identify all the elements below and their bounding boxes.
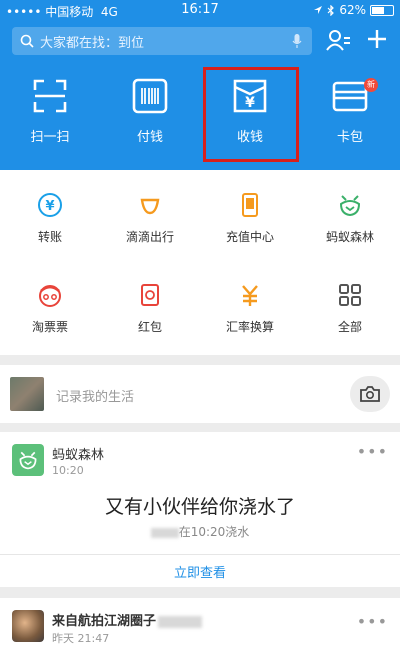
card-headline: 又有小伙伴给你浇水了 bbox=[104, 496, 295, 518]
service-label: 汇率换算 bbox=[225, 320, 274, 334]
feed-card[interactable]: 蚂蚁森林 10:20 ••• 又有小伙伴给你浇水了 在10:20浇水 立即查看 bbox=[0, 432, 400, 587]
card-title: 来自航拍江湖圈子 bbox=[52, 610, 203, 629]
red-packet-icon bbox=[141, 284, 159, 306]
scan-label: 扫一扫 bbox=[30, 130, 70, 145]
service-label: 滴滴出行 bbox=[125, 230, 174, 244]
add-icon[interactable] bbox=[366, 28, 388, 50]
ant-forest-avatar bbox=[12, 444, 44, 476]
transfer-icon: ¥ bbox=[38, 193, 62, 217]
svg-text:¥: ¥ bbox=[45, 199, 54, 214]
battery-icon bbox=[370, 4, 394, 16]
camera-icon bbox=[360, 386, 380, 402]
service-label: 蚂蚁森林 bbox=[325, 230, 374, 244]
scan-button[interactable]: 扫一扫 bbox=[0, 78, 100, 145]
card-time: 昨天 21:47 bbox=[52, 632, 110, 645]
service-exchange-rate[interactable]: 汇率换算 bbox=[200, 282, 300, 335]
service-transfer[interactable]: ¥ 转账 bbox=[0, 192, 100, 245]
post-bar-placeholder: 记录我的生活 bbox=[56, 390, 135, 405]
blurred-username bbox=[150, 527, 179, 538]
status-bar: ••••• 中国移动 4G 16:17 62% bbox=[0, 0, 400, 20]
search-placeholder: 大家都在找：到位 bbox=[40, 35, 145, 51]
service-red-packet[interactable]: 红包 bbox=[100, 282, 200, 335]
card-wallet-label: 卡包 bbox=[336, 130, 363, 145]
contacts-icon[interactable] bbox=[325, 28, 351, 52]
all-grid-icon bbox=[339, 284, 361, 306]
scan-icon bbox=[33, 79, 67, 113]
more-icon[interactable]: ••• bbox=[357, 442, 388, 461]
barcode-icon bbox=[132, 78, 168, 114]
search-icon bbox=[20, 34, 34, 48]
search-input[interactable]: 大家都在找：到位 bbox=[12, 27, 312, 55]
service-label: 淘票票 bbox=[31, 320, 68, 334]
card-title: 蚂蚁森林 bbox=[52, 448, 105, 463]
post-bar[interactable]: 记录我的生活 bbox=[0, 365, 400, 423]
feed-card[interactable]: 来自航拍江湖圈子 昨天 21:47 ••• bbox=[0, 598, 400, 663]
header: ••••• 中国移动 4G 16:17 62% 大家都在找：到位 扫一扫 付钱 … bbox=[0, 0, 400, 170]
service-label: 红包 bbox=[137, 320, 162, 334]
ant-forest-icon bbox=[19, 451, 37, 470]
service-label: 全部 bbox=[337, 320, 362, 334]
card-wallet-button[interactable]: 卡包 bbox=[300, 78, 400, 145]
service-all[interactable]: 全部 bbox=[300, 282, 400, 335]
more-icon[interactable]: ••• bbox=[357, 612, 388, 631]
bluetooth-icon bbox=[327, 4, 335, 16]
service-label: 转账 bbox=[37, 230, 62, 244]
services-grid: ¥ 转账 滴滴出行 充值中心 蚂蚁森林 淘票票 红包 汇率换算 全部 bbox=[0, 170, 400, 355]
camera-button[interactable] bbox=[350, 376, 390, 412]
service-ant-forest[interactable]: 蚂蚁森林 bbox=[300, 192, 400, 245]
taopiaopiao-icon bbox=[39, 285, 61, 307]
blurred-group-name bbox=[158, 615, 203, 628]
ant-forest-icon bbox=[339, 195, 361, 217]
avatar bbox=[10, 377, 44, 411]
location-icon bbox=[314, 6, 323, 14]
didi-icon bbox=[140, 198, 160, 215]
service-label: 充值中心 bbox=[225, 230, 274, 244]
pay-button[interactable]: 付钱 bbox=[100, 78, 200, 145]
pay-label: 付钱 bbox=[136, 130, 163, 145]
service-recharge[interactable]: 充值中心 bbox=[200, 192, 300, 245]
card-subtext: 在10:20浇水 bbox=[0, 523, 400, 540]
highlight-frame bbox=[203, 67, 299, 162]
microphone-icon[interactable] bbox=[292, 33, 302, 49]
service-didi[interactable]: 滴滴出行 bbox=[100, 192, 200, 245]
card-time: 10:20 bbox=[52, 464, 84, 477]
service-taopiaopiao[interactable]: 淘票票 bbox=[0, 282, 100, 335]
phone-recharge-icon bbox=[242, 193, 258, 217]
view-now-link[interactable]: 立即查看 bbox=[0, 562, 400, 581]
battery-percent: 62% bbox=[339, 3, 366, 17]
exchange-rate-icon bbox=[242, 285, 258, 306]
new-badge: 新 bbox=[364, 78, 378, 92]
avatar bbox=[12, 610, 44, 642]
